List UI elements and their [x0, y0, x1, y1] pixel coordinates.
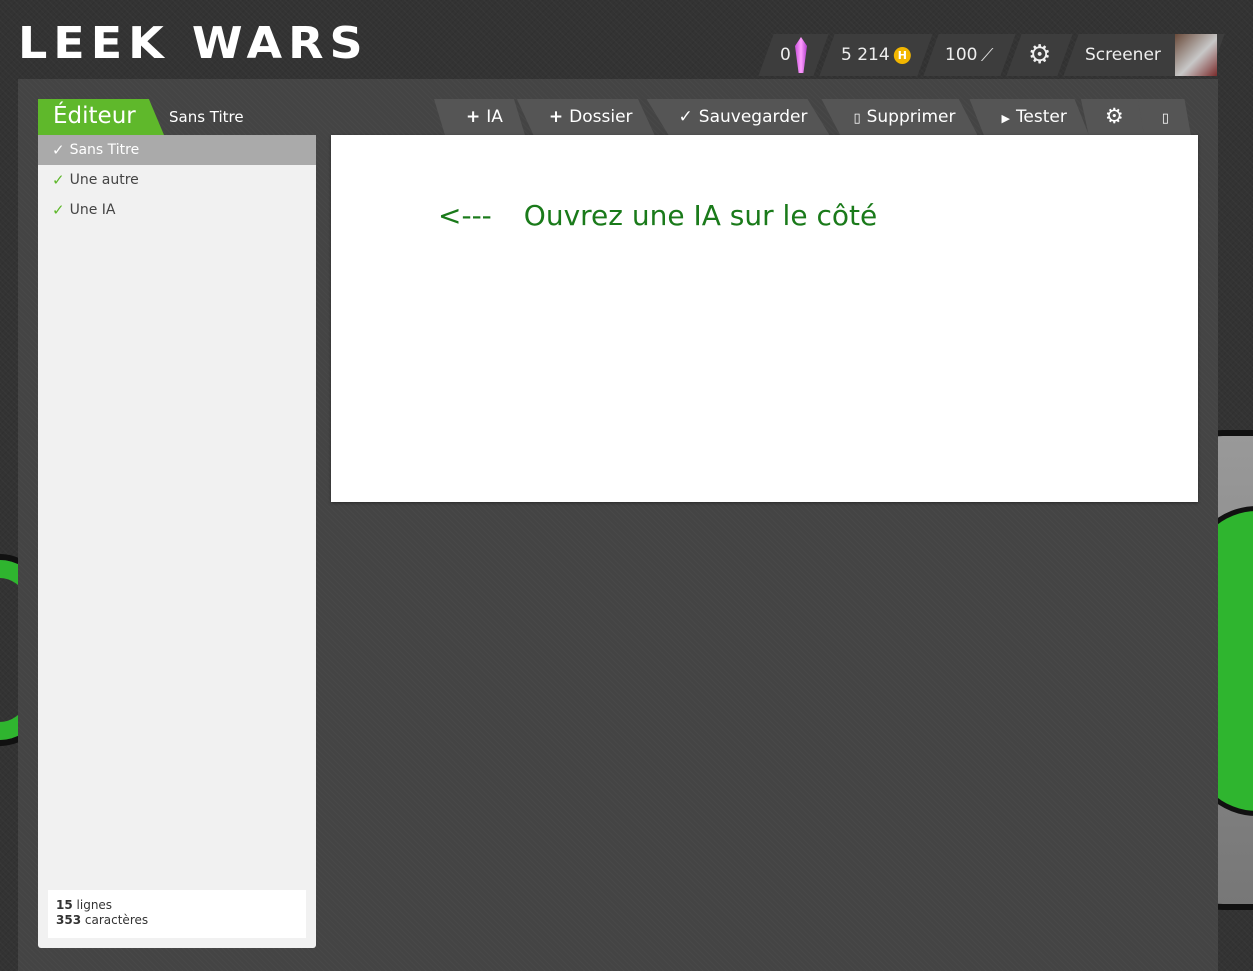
ai-sidebar: ✓ Sans Titre ✓ Une autre ✓ Une IA 15 lig…	[38, 135, 316, 948]
test-label: Tester	[1015, 107, 1067, 127]
lines-label: lignes	[76, 898, 113, 912]
current-file-name: Sans Titre	[169, 108, 244, 126]
save-button[interactable]: ✓ Sauvegarder	[646, 99, 830, 135]
editor-toolbar: + IA + Dossier ✓ Sauvegarder ▯ Supprimer ▶ Te…	[434, 99, 1191, 135]
new-folder-label: Dossier	[569, 107, 633, 127]
ai-list-item-label: Une IA	[69, 202, 116, 218]
fullscreen-icon: ▯	[1161, 111, 1169, 126]
check-icon: ✓	[52, 171, 65, 189]
delete-button[interactable]: ▯ Supprimer	[821, 99, 978, 135]
check-icon: ✓	[52, 141, 65, 159]
save-label: Sauvegarder	[698, 107, 808, 127]
fights-counter[interactable]: 100 ⟋	[923, 34, 1016, 76]
sword-icon: ⟋	[981, 44, 994, 66]
new-folder-button[interactable]: + Dossier	[516, 99, 655, 135]
ai-list-item-label: Sans Titre	[69, 142, 140, 158]
plus-icon: +	[466, 107, 481, 127]
editor-area[interactable]: <--- Ouvrez une IA sur le côté	[331, 135, 1198, 502]
fullscreen-button[interactable]: ▯	[1137, 99, 1191, 135]
delete-label: Supprimer	[866, 107, 956, 127]
page-title: Éditeur	[38, 99, 164, 135]
username: Screener	[1085, 45, 1161, 65]
gear-icon: ⚙	[1104, 104, 1124, 128]
editor-settings-button[interactable]: ⚙	[1080, 99, 1146, 135]
open-ai-hint: <--- Ouvrez une IA sur le côté	[438, 199, 877, 232]
hint-text: Ouvrez une IA sur le côté	[523, 199, 878, 232]
ai-list-item-label: Une autre	[69, 172, 139, 188]
logo[interactable]: Leek Wars	[18, 21, 369, 65]
trash-icon: ▯	[853, 111, 861, 126]
lines-count: 15	[56, 898, 73, 912]
settings-button[interactable]: ⚙	[1006, 34, 1073, 76]
lines-stat: 15 lignes	[56, 898, 298, 913]
gear-icon: ⚙	[1027, 40, 1052, 70]
play-icon: ▶	[1001, 112, 1010, 125]
check-icon: ✓	[678, 107, 693, 127]
habs-counter[interactable]: 5 214 H	[819, 34, 933, 76]
crystal-icon	[795, 37, 807, 73]
ai-list-item[interactable]: ✓ Une IA	[38, 195, 316, 225]
fights-value: 100	[944, 45, 978, 65]
user-menu[interactable]: Screener	[1063, 34, 1225, 76]
ai-list-item[interactable]: ✓ Sans Titre	[38, 135, 316, 165]
chars-label: caractères	[84, 913, 149, 927]
ai-list-item[interactable]: ✓ Une autre	[38, 165, 316, 195]
top-bar: 0 5 214 H 100 ⟋ ⚙ Screener	[758, 34, 1225, 76]
test-button[interactable]: ▶ Tester	[969, 99, 1089, 135]
crystals-value: 0	[780, 45, 792, 65]
left-arrow-icon: <---	[438, 199, 492, 232]
new-ai-label: IA	[486, 107, 503, 127]
habs-coin-icon: H	[893, 46, 911, 64]
crystals-counter[interactable]: 0	[758, 34, 829, 76]
avatar	[1175, 34, 1217, 76]
new-ai-button[interactable]: + IA	[434, 99, 525, 135]
chars-stat: 353 caractères	[56, 913, 298, 928]
chars-count: 353	[56, 913, 82, 927]
check-icon: ✓	[52, 201, 65, 219]
code-stats: 15 lignes 353 caractères	[48, 890, 306, 938]
habs-value: 5 214	[841, 45, 890, 65]
plus-icon: +	[548, 107, 564, 127]
